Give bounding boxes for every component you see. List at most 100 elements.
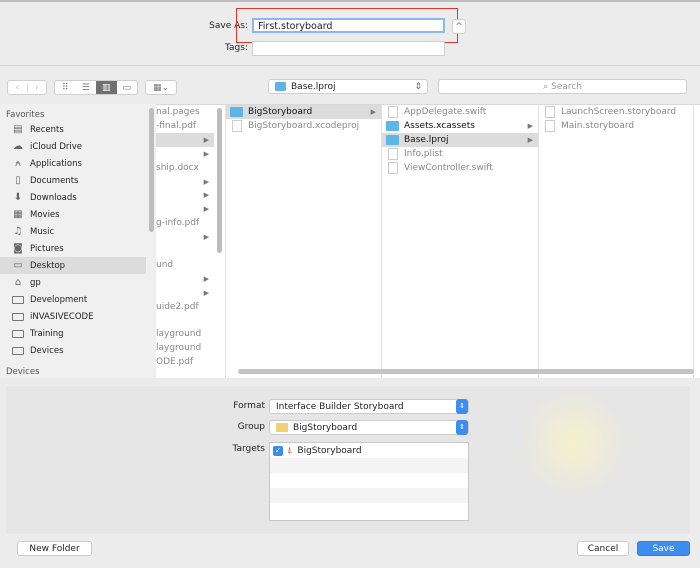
file-row[interactable]: ▶	[156, 188, 214, 202]
file-name: uide2.pdf	[156, 301, 199, 312]
cancel-button[interactable]: Cancel	[577, 541, 629, 556]
format-select[interactable]: Interface Builder Storyboard ⇕	[269, 399, 469, 414]
file-row[interactable]: ODE.pdf	[156, 355, 214, 369]
search-placeholder: Search	[551, 81, 582, 92]
horizontal-scrollbar[interactable]	[238, 369, 694, 374]
cloud-icon: ☁	[13, 141, 23, 152]
file-row[interactable]: ship.docx	[156, 161, 214, 175]
file-row[interactable]: LaunchScreen.storyboard	[539, 105, 693, 119]
file-row[interactable]: ▶	[156, 132, 214, 147]
folder-icon	[12, 312, 24, 321]
view-mode-control[interactable]: ⠿ ☰ ▥ ▭	[54, 80, 138, 95]
target-row[interactable]: ✓ ⍋ BigStoryboard	[270, 443, 468, 458]
sidebar-item-development[interactable]: Development	[0, 291, 146, 308]
icon-view-icon[interactable]: ⠿	[55, 83, 76, 93]
sidebar-item-label: Applications	[30, 158, 82, 169]
file-row[interactable]: ▶	[156, 147, 214, 161]
file-row[interactable]: nal.pages	[156, 105, 214, 119]
file-row[interactable]: ▶	[156, 286, 214, 300]
target-checkbox[interactable]: ✓	[273, 445, 283, 456]
sidebar-item-label: iCloud Drive	[30, 141, 83, 152]
folder-icon	[12, 295, 24, 304]
sidebar-item-training[interactable]: Training	[0, 325, 146, 342]
group-select[interactable]: BigStoryboard ⇕	[269, 420, 469, 435]
column-scrollbar[interactable]	[217, 108, 222, 253]
file-row[interactable]: BigStoryboard.xcodeproj	[226, 119, 381, 133]
file-name: ODE.pdf	[156, 357, 194, 368]
group-value: BigStoryboard	[293, 422, 358, 433]
sidebar-item-music[interactable]: ♫ Music	[0, 223, 146, 240]
sidebar-item-label: Desktop	[30, 260, 66, 271]
new-folder-button[interactable]: New Folder	[17, 541, 92, 556]
location-popup[interactable]: Base.lproj ⇕	[268, 79, 428, 94]
file-row[interactable]: uide2.pdf	[156, 300, 214, 314]
file-name: -final.pdf	[156, 120, 197, 131]
disclosure-arrow-icon: ▶	[203, 191, 209, 200]
disclosure-arrow-icon: ▶	[203, 205, 209, 214]
file-row[interactable]: ▶	[156, 272, 214, 286]
disclosure-arrow-icon: ▶	[203, 177, 209, 186]
file-row[interactable]: Main.storyboard	[539, 119, 693, 133]
sidebar-item-recents[interactable]: ▤ Recents	[0, 121, 146, 138]
recents-icon: ▤	[13, 124, 23, 135]
sidebar-item-gp[interactable]: ⌂ gp	[0, 274, 146, 291]
file-row[interactable]	[156, 314, 214, 328]
file-row[interactable]: Base.lproj ▶	[382, 132, 538, 147]
file-row[interactable]: AppDelegate.swift	[382, 105, 538, 119]
file-row[interactable]: Info.plist	[382, 147, 538, 161]
file-row[interactable]: -final.pdf	[156, 119, 214, 133]
music-icon: ♫	[13, 226, 23, 237]
sidebar-item-documents[interactable]: ▯ Documents	[0, 172, 146, 189]
group-label: Group	[237, 422, 265, 432]
disclosure-arrow-icon: ▶	[370, 108, 376, 116]
sidebar-item-movies[interactable]: ▦ Movies	[0, 206, 146, 223]
forward-icon[interactable]: ›	[26, 82, 47, 93]
back-icon[interactable]: ‹	[8, 83, 27, 93]
tags-field[interactable]	[252, 41, 445, 56]
file-row[interactable]	[156, 244, 214, 258]
list-view-icon[interactable]: ☰	[76, 83, 97, 93]
home-icon: ⌂	[14, 277, 22, 288]
sidebar-item-invasivecode[interactable]: iNVASIVECODE	[0, 308, 146, 325]
file-name: LaunchScreen.storyboard	[561, 107, 677, 117]
updown-icon: ⇕	[414, 81, 422, 92]
sidebar-scrollbar[interactable]	[149, 108, 154, 232]
sidebar-item-pictures[interactable]: ◙ Pictures	[0, 240, 146, 257]
save-as-field[interactable]: First.storyboard	[252, 18, 445, 33]
sidebar-item-icloud-drive[interactable]: ☁ iCloud Drive	[0, 138, 146, 155]
expand-dialog-button[interactable]: ^	[452, 19, 466, 34]
file-row[interactable]: g-info.pdf	[156, 216, 214, 230]
back-forward-buttons[interactable]: ‹ ›	[7, 80, 47, 95]
disclosure-arrow-icon: ▶	[527, 135, 533, 144]
search-input[interactable]: ⌕ Search	[438, 79, 687, 94]
sidebar-item-devices[interactable]: Devices	[0, 342, 146, 359]
file-name: und	[156, 259, 174, 270]
folder-icon	[12, 346, 24, 355]
file-name: layground	[156, 343, 202, 354]
sidebar-item-label: iNVASIVECODE	[30, 311, 94, 322]
file-row[interactable]: ▶	[156, 202, 214, 216]
sidebar-item-label: Recents	[30, 124, 64, 135]
updown-icon: ⇕	[456, 420, 468, 435]
sidebar-item-desktop[interactable]: ▭ Desktop	[0, 257, 146, 274]
file-row[interactable]: Assets.xcassets ▶	[382, 119, 538, 133]
sidebar-item-label: Pictures	[30, 243, 64, 254]
cover-flow-icon[interactable]: ▭	[117, 83, 138, 93]
arrange-button[interactable]: ▦⌄	[145, 80, 177, 95]
file-name: ViewController.swift	[404, 162, 493, 173]
file-row[interactable]: und	[156, 258, 214, 272]
search-icon: ⌕	[543, 81, 549, 92]
devices-header: Devices	[6, 367, 40, 377]
sidebar-item-downloads[interactable]: ⬇ Downloads	[0, 189, 146, 206]
window-top-border	[0, 0, 700, 2]
file-row[interactable]: ViewController.swift	[382, 161, 538, 175]
sidebar-item-applications[interactable]: ⍲ Applications	[0, 155, 146, 172]
file-row[interactable]: layground	[156, 327, 214, 341]
save-button[interactable]: Save	[637, 541, 690, 556]
column-view-icon[interactable]: ▥	[96, 81, 117, 94]
file-row[interactable]: BigStoryboard ▶	[226, 105, 381, 119]
sidebar-item-label: Music	[30, 226, 55, 237]
file-row[interactable]: ▶	[156, 230, 214, 244]
file-row[interactable]: layground	[156, 341, 214, 355]
file-row[interactable]: ▶	[156, 175, 214, 189]
